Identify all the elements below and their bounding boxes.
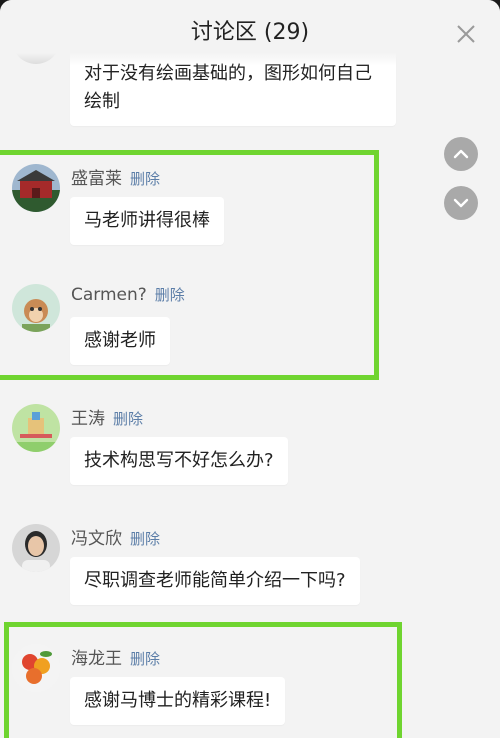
portrait-avatar-icon — [12, 524, 60, 572]
scroll-up-button[interactable] — [444, 137, 478, 171]
delete-link[interactable]: 删除 — [130, 170, 160, 188]
playground-avatar-icon — [12, 404, 60, 452]
username-text: 盛富莱 — [71, 169, 122, 189]
delete-link[interactable]: 删除 — [155, 286, 185, 304]
username: 海龙王 删除 — [71, 644, 160, 669]
username: 王涛 删除 — [71, 404, 143, 429]
comment-text: 感谢老师 — [70, 317, 170, 365]
fruit-avatar-icon — [12, 644, 60, 692]
username: Carmen? 删除 — [71, 284, 185, 305]
comment-text: 技术构思写不好怎么办? — [70, 437, 288, 485]
chevron-up-icon — [453, 149, 469, 159]
username: 盛富莱 删除 — [71, 164, 160, 189]
avatar[interactable] — [12, 284, 60, 332]
avatar[interactable] — [12, 524, 60, 572]
username-text: 冯文欣 — [71, 529, 122, 549]
avatar[interactable] — [12, 164, 60, 212]
chevron-down-icon — [453, 198, 469, 208]
username-text: Carmen? — [71, 285, 147, 305]
cartoon-monkey-avatar-icon — [12, 284, 60, 332]
delete-link[interactable]: 删除 — [113, 410, 143, 428]
comment-text: 感谢马博士的精彩课程! — [70, 677, 286, 725]
close-icon[interactable] — [454, 22, 478, 46]
avatar[interactable] — [12, 644, 60, 692]
page-title: 讨论区 (29) — [190, 20, 310, 45]
delete-link[interactable]: 删除 — [130, 530, 160, 548]
comment-list[interactable]: 对于没有绘画基础的，图形如何自己 绘制 盛富莱 删除 马老师讲得很棒 Carme… — [0, 0, 500, 738]
username-text: 王涛 — [71, 409, 105, 429]
comment-text-line: 绘制 — [84, 91, 120, 112]
building-avatar-icon — [12, 164, 60, 212]
username-text: 海龙王 — [71, 649, 122, 669]
username: 冯文欣 删除 — [71, 524, 160, 549]
delete-link[interactable]: 删除 — [130, 650, 160, 668]
comment-text: 尽职调查老师能简单介绍一下吗? — [70, 557, 360, 605]
discussion-panel: 对于没有绘画基础的，图形如何自己 绘制 盛富莱 删除 马老师讲得很棒 Carme… — [0, 0, 500, 738]
scroll-down-button[interactable] — [444, 186, 478, 220]
panel-header: 讨论区 (29) — [0, 0, 500, 66]
avatar[interactable] — [12, 404, 60, 452]
comment-text: 马老师讲得很棒 — [70, 197, 224, 245]
